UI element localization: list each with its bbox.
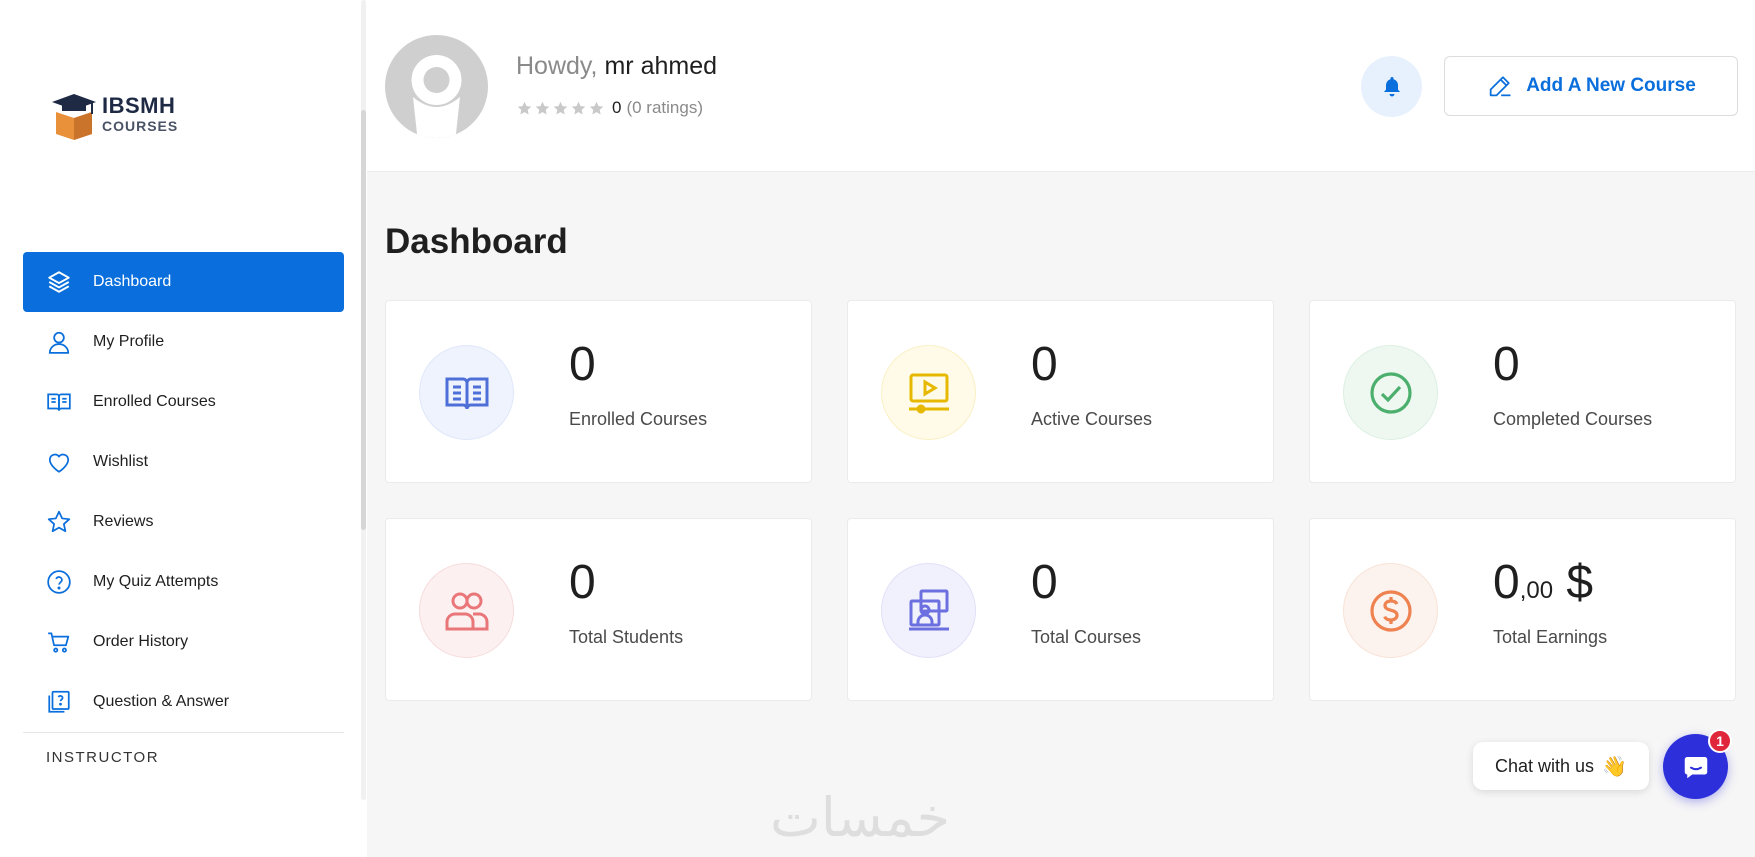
card-icon-circle [1343,345,1438,440]
logo[interactable]: IBSMH COURSES [52,88,178,140]
chat-unread-badge: 1 [1708,729,1732,753]
sidebar-item-label: Reviews [93,513,154,530]
add-new-course-button[interactable]: Add A New Course [1444,56,1738,116]
earnings-decimal: ,00 [1519,577,1554,604]
card-icon-circle [881,563,976,658]
chat-bubble-icon [1684,756,1707,778]
video-icon [908,373,949,413]
check-circle-icon [1369,371,1412,414]
stats-cards: 0 Enrolled Courses 0 Active Courses 0 Co… [385,300,1737,701]
stat-value: 0 [1031,556,1058,609]
earnings-currency: $ [1566,556,1594,609]
stat-card-completed-courses: 0 Completed Courses [1309,300,1736,483]
stat-label: Total Earnings [1493,627,1608,647]
rating-count: (0 ratings) [626,98,703,117]
chat-label: Chat with us [1495,755,1595,776]
cart-icon [45,628,73,656]
notifications-button[interactable] [1361,56,1422,117]
stat-value: 0 [569,338,596,391]
card-icon-circle [1343,563,1438,658]
avatar[interactable] [385,35,488,138]
stat-label: Completed Courses [1493,409,1653,429]
sidebar-item-label: My Profile [93,333,165,350]
sidebar-item-label: Wishlist [93,453,149,470]
stat-label: Total Students [569,627,684,647]
sidebar-item-my-quiz-attempts[interactable]: My Quiz Attempts [23,552,344,612]
waving-hand-icon: 👋 [1602,755,1627,778]
sidebar-item-dashboard[interactable]: Dashboard [23,252,344,312]
stat-value: 0 [1031,338,1058,391]
section-label-instructor: INSTRUCTOR [46,749,160,766]
sidebar-item-my-profile[interactable]: My Profile [23,312,344,372]
logo-text: IBSMH COURSES [102,93,179,134]
qa-icon [45,688,73,716]
stat-value: 0,00 $ [1493,559,1593,607]
star-outline-icon [535,101,550,115]
star-outline-icon [571,101,586,115]
stat-value: 0 [1493,338,1520,391]
question-circle-icon [45,568,73,596]
sidebar-item-reviews[interactable]: Reviews [23,492,344,552]
sidebar-item-order-history[interactable]: Order History [23,612,344,672]
chat-with-us-pill[interactable]: Chat with us 👋 [1473,742,1649,790]
star-outline-icon [553,101,568,115]
book-open-icon [45,388,73,416]
logo-line1: IBSMH [102,93,176,118]
bell-icon [1383,76,1400,96]
user-icon [45,328,73,356]
stat-card-total-students: 0 Total Students [385,518,812,701]
user-rating: 0 (0 ratings) [516,98,703,118]
star-icon [45,508,73,536]
graduation-cap-logo-icon [52,88,96,140]
stat-card-total-courses: 0 Total Courses [847,518,1274,701]
header: Howdy, mr ahmed 0 (0 ratings) Add A New … [367,0,1755,172]
page-title: Dashboard [385,222,568,261]
earnings-integer: 0 [1493,556,1520,609]
stat-card-total-earnings: 0,00 $ Total Earnings [1309,518,1736,701]
sidebar-item-wishlist[interactable]: Wishlist [23,432,344,492]
stat-card-active-courses: 0 Active Courses [847,300,1274,483]
sidebar-item-label: My Quiz Attempts [93,573,219,590]
stat-label: Active Courses [1031,409,1153,429]
sidebar-item-question-answer[interactable]: Question & Answer [23,672,344,732]
presentation-icon [908,589,949,630]
sidebar-item-label: Enrolled Courses [93,393,216,410]
card-icon-circle [419,563,514,658]
greeting-prefix: Howdy, [516,52,598,80]
add-new-course-label: Add A New Course [1526,75,1696,96]
sidebar-nav: Dashboard My Profile Enrolled Courses Wi… [23,252,344,766]
stat-label: Enrolled Courses [569,409,708,429]
stat-card-enrolled-courses: 0 Enrolled Courses [385,300,812,483]
sidebar-scrollbar-thumb[interactable] [361,110,366,530]
nav-divider [23,732,344,733]
pencil-icon [1489,76,1511,97]
card-icon-circle [881,345,976,440]
sidebar-item-enrolled-courses[interactable]: Enrolled Courses [23,372,344,432]
stat-value: 0 [569,556,596,609]
book-open-icon [445,377,488,409]
heart-icon [45,448,73,476]
layers-icon [45,268,73,296]
stat-label: Total Courses [1031,627,1142,647]
card-icon-circle [419,345,514,440]
star-outline-icon [589,101,604,115]
dollar-circle-icon [1369,589,1412,632]
watermark: خمسات [770,786,951,849]
sidebar: IBSMH COURSES Dashboard My Profile Enrol… [0,0,367,857]
users-icon [445,592,488,630]
star-outline-icon [517,101,532,115]
user-name: mr ahmed [604,52,718,80]
sidebar-item-label: Order History [93,633,189,650]
sidebar-item-label: Dashboard [93,273,172,290]
rating-value: 0 [612,98,622,117]
sidebar-item-label: Question & Answer [93,693,230,710]
greeting: Howdy, mr ahmed [516,52,717,81]
logo-line2: COURSES [102,118,179,134]
rating-stars [516,100,606,117]
